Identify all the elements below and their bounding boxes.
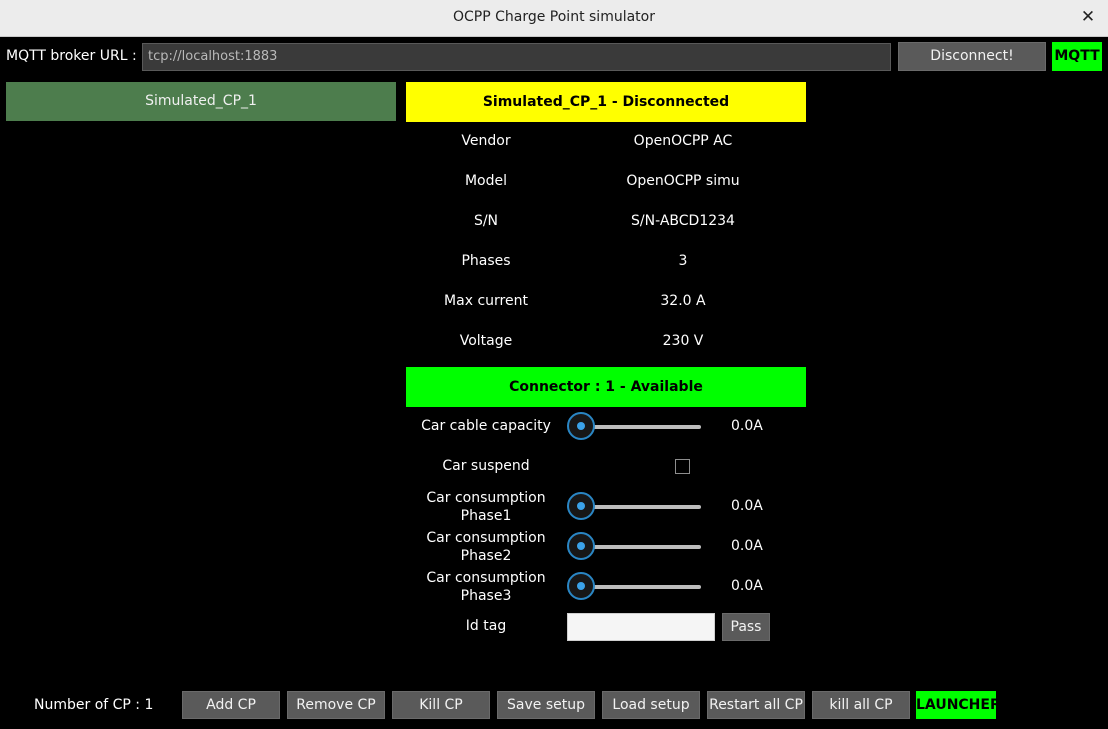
kill-all-cp-button[interactable]: kill all CP bbox=[812, 691, 910, 719]
slider-track bbox=[581, 585, 701, 589]
restart-all-cp-button[interactable]: Restart all CP bbox=[707, 691, 805, 719]
car-cable-capacity-value: 0.0A bbox=[731, 418, 763, 434]
car-consumption-phase1-slider[interactable] bbox=[567, 491, 701, 523]
id-tag-label: Id tag bbox=[465, 618, 507, 634]
label-line-1: Car consumption bbox=[426, 570, 546, 586]
serial-number-value: S/N-ABCD1234 bbox=[631, 213, 735, 229]
add-cp-button[interactable]: Add CP bbox=[182, 691, 280, 719]
max-current-label: Max current bbox=[444, 293, 528, 309]
launcher-badge: LAUNCHER bbox=[916, 691, 1001, 719]
label-line-1: Car consumption bbox=[426, 490, 546, 506]
car-consumption-phase1-label: Car consumption Phase1 bbox=[406, 489, 566, 525]
slider-knob-icon[interactable] bbox=[567, 532, 595, 560]
mqtt-status-badge: MQTT bbox=[1052, 42, 1102, 71]
slider-track bbox=[581, 505, 701, 509]
slider-track bbox=[581, 545, 701, 549]
close-icon[interactable]: ✕ bbox=[1078, 6, 1098, 28]
load-setup-button[interactable]: Load setup bbox=[602, 691, 700, 719]
car-consumption-phase3-label: Car consumption Phase3 bbox=[406, 569, 566, 605]
max-current-value: 32.0 A bbox=[660, 293, 706, 309]
phases-value: 3 bbox=[678, 253, 688, 269]
title-bar: OCPP Charge Point simulator ✕ bbox=[0, 0, 1108, 37]
voltage-label: Voltage bbox=[459, 333, 513, 349]
car-consumption-phase3-slider[interactable] bbox=[567, 571, 701, 603]
model-value: OpenOCPP simu bbox=[626, 173, 740, 189]
mqtt-broker-label: MQTT broker URL : bbox=[6, 48, 137, 64]
label-line-2: Phase2 bbox=[460, 548, 512, 564]
car-consumption-phase1-value: 0.0A bbox=[731, 498, 763, 514]
label-line-1: Car consumption bbox=[426, 530, 546, 546]
phases-label: Phases bbox=[461, 253, 511, 269]
slider-knob-icon[interactable] bbox=[567, 572, 595, 600]
model-label: Model bbox=[464, 173, 508, 189]
serial-number-label: S/N bbox=[473, 213, 499, 229]
window-title: OCPP Charge Point simulator bbox=[452, 9, 655, 25]
car-consumption-phase2-label: Car consumption Phase2 bbox=[406, 529, 566, 565]
label-line-2: Phase3 bbox=[460, 588, 512, 604]
cp-count-label: Number of CP : 1 bbox=[34, 697, 154, 713]
remove-cp-button[interactable]: Remove CP bbox=[287, 691, 385, 719]
car-consumption-phase2-slider[interactable] bbox=[567, 531, 701, 563]
vendor-label: Vendor bbox=[461, 133, 511, 149]
cp-status-header: Simulated_CP_1 - Disconnected bbox=[406, 82, 806, 122]
slider-track bbox=[581, 425, 701, 429]
vendor-value: OpenOCPP AC bbox=[633, 133, 733, 149]
car-cable-capacity-slider[interactable] bbox=[567, 411, 701, 443]
mqtt-broker-url-input[interactable]: tcp://localhost:1883 bbox=[142, 43, 891, 71]
car-consumption-phase3-value: 0.0A bbox=[731, 578, 763, 594]
connector-status-header: Connector : 1 - Available bbox=[406, 367, 806, 407]
slider-knob-icon[interactable] bbox=[567, 412, 595, 440]
slider-knob-icon[interactable] bbox=[567, 492, 595, 520]
label-line-2: Phase1 bbox=[460, 508, 512, 524]
kill-cp-button[interactable]: Kill CP bbox=[392, 691, 490, 719]
car-consumption-phase2-value: 0.0A bbox=[731, 538, 763, 554]
voltage-value: 230 V bbox=[662, 333, 704, 349]
car-cable-capacity-label: Car cable capacity bbox=[421, 418, 551, 434]
car-suspend-label: Car suspend bbox=[442, 458, 530, 474]
cp-list-item[interactable]: Simulated_CP_1 bbox=[6, 82, 396, 121]
app-window: OCPP Charge Point simulator ✕ MQTT broke… bbox=[0, 0, 1108, 729]
disconnect-button[interactable]: Disconnect! bbox=[898, 42, 1046, 71]
id-tag-input[interactable] bbox=[567, 613, 715, 641]
pass-button[interactable]: Pass bbox=[722, 613, 770, 641]
save-setup-button[interactable]: Save setup bbox=[497, 691, 595, 719]
car-suspend-checkbox[interactable] bbox=[675, 459, 690, 474]
